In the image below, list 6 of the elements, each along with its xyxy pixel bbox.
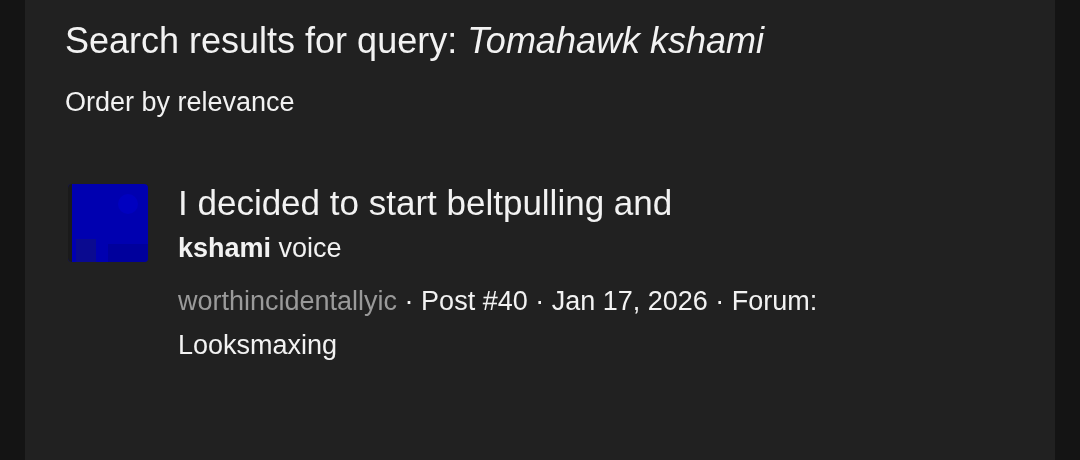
author-link[interactable]: worthincidentallyic — [178, 286, 398, 317]
result-meta: worthincidentallyic · Post #40 · Jan 17, 2026 · Forum: Looksmaxing — [178, 285, 819, 362]
result-snippet: kshami voice — [178, 232, 343, 266]
result-title[interactable]: I decided to start beltpulling and — [178, 179, 958, 226]
search-heading: Search results for query: Tomahawk kshami — [65, 19, 766, 63]
order-by-link[interactable]: Order by relevance — [65, 84, 1015, 120]
